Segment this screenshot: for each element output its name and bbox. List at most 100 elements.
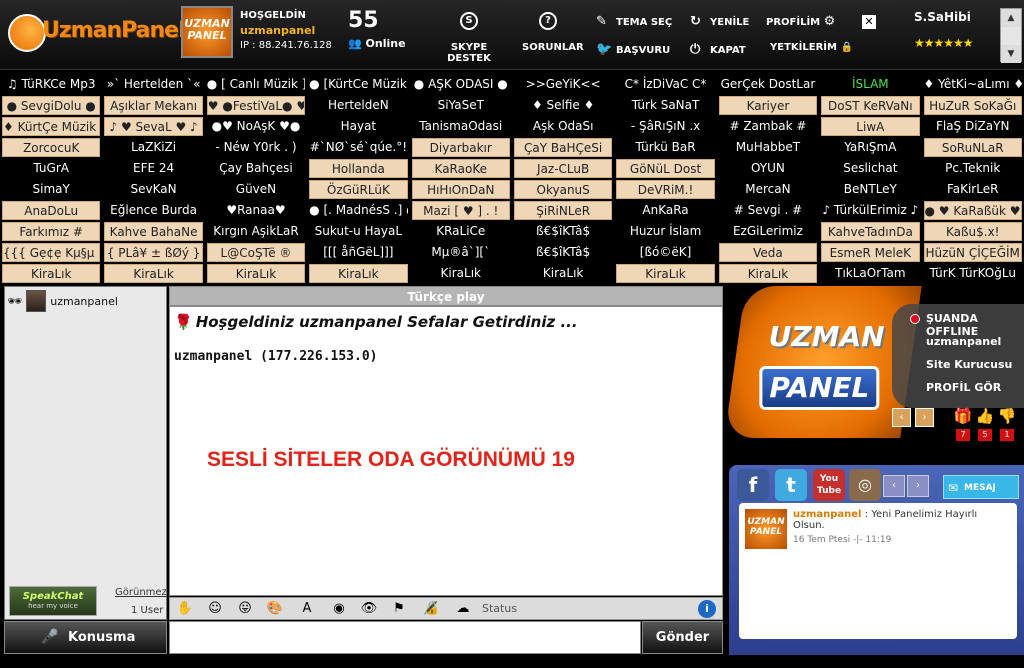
room-button[interactable]: GerÇek DostLar: [719, 75, 817, 94]
room-button[interactable]: ●♥ NoAşK ♥●: [207, 117, 305, 136]
room-button[interactable]: FaKirLeR: [924, 180, 1022, 199]
room-button[interactable]: TıkLaOrTam: [821, 264, 919, 283]
room-button[interactable]: ♪ TürkülErimiz ♪: [821, 201, 919, 220]
room-button[interactable]: { PLâ¥ ± ßØý }: [104, 243, 203, 262]
room-button[interactable]: Kaßu$.x!: [923, 222, 1022, 241]
room-button[interactable]: İSLAM: [821, 75, 919, 94]
room-button[interactable]: Kariyer: [718, 96, 818, 115]
dislike-icon[interactable]: 👎: [997, 406, 1017, 426]
tongue-smiley-icon[interactable]: 😛: [236, 600, 254, 618]
room-button[interactable]: Eğlence Burda: [104, 201, 202, 220]
room-button[interactable]: ● [ Canlı Müzik ]: [207, 75, 305, 94]
room-button[interactable]: ♥Ranaa♥: [207, 201, 305, 220]
room-button[interactable]: HerteldeN: [309, 96, 407, 115]
room-button[interactable]: #`NØ`sé`qúe.°!: [309, 138, 407, 157]
invisible-toggle[interactable]: Görünmez: [115, 587, 167, 598]
room-button[interactable]: Jaz-CLuB: [513, 159, 613, 178]
room-button[interactable]: Diyarbakır: [411, 138, 510, 157]
room-button[interactable]: EFE 24: [104, 159, 202, 178]
room-button[interactable]: TuGrA: [2, 159, 100, 178]
talk-button[interactable]: 🎤 Konusma: [4, 621, 167, 654]
cloud-icon[interactable]: ☁: [454, 600, 472, 618]
room-button[interactable]: KRaLiCe: [412, 222, 510, 241]
room-button[interactable]: Türk SaNaT: [616, 96, 714, 115]
scroll-down-icon[interactable]: ▼: [1001, 45, 1021, 63]
room-button[interactable]: KahveTadınDa: [821, 222, 920, 241]
info-icon[interactable]: i: [698, 600, 716, 618]
room-button[interactable]: C* İzDiVaC C*: [616, 75, 714, 94]
site-logo[interactable]: UzmanPaneL: [6, 8, 192, 60]
room-button[interactable]: DeVRiM.!: [616, 180, 715, 199]
room-button[interactable]: DoST KeRVaNı: [821, 96, 920, 115]
speakchat-logo[interactable]: SpeakChat hear my voice: [9, 586, 97, 616]
room-button[interactable]: # Zambak #: [719, 117, 817, 136]
room-button[interactable]: MercaN: [719, 180, 817, 199]
room-button[interactable]: LaZKiZi: [104, 138, 202, 157]
room-button[interactable]: ● [KürtCe Müzik]: [309, 75, 407, 94]
font-icon[interactable]: A: [298, 600, 316, 618]
room-button[interactable]: KiraLık: [616, 264, 715, 283]
room-button[interactable]: GüveN: [207, 180, 305, 199]
wall-next-icon[interactable]: ›: [907, 475, 929, 497]
room-button[interactable]: L@CoŞTë ®: [206, 243, 306, 262]
apply-button[interactable]: 🐦 BAŞVURU: [596, 42, 670, 57]
room-button[interactable]: Veda: [718, 243, 818, 262]
room-button[interactable]: HıHıOnDaN: [411, 180, 510, 199]
permissions-button[interactable]: YETKİLERİM 🔒: [770, 42, 853, 53]
scroll-up-icon[interactable]: ▲: [1001, 9, 1021, 27]
room-button[interactable]: Kırgın AşikLaR: [207, 222, 305, 241]
prev-arrow-icon[interactable]: ‹: [892, 408, 911, 427]
room-button[interactable]: # Sevgi . #: [719, 201, 817, 220]
smiley-icon[interactable]: ☺: [206, 600, 224, 618]
room-button[interactable]: ♥ ●FestiVaL● ♥: [206, 96, 306, 115]
room-button[interactable]: ŞiRiNLeR: [513, 201, 613, 220]
room-button[interactable]: MuHabbeT: [719, 138, 817, 157]
room-button[interactable]: TanismaOdasi: [412, 117, 510, 136]
room-button[interactable]: Mazi [ ♥ ] . !: [411, 201, 510, 220]
room-button[interactable]: KaRaoKe: [411, 159, 510, 178]
room-button[interactable]: ZorcocuK: [2, 138, 101, 157]
room-button[interactable]: GöNüL Dost: [616, 159, 715, 178]
room-button[interactable]: Huzur İslam: [616, 222, 714, 241]
room-button[interactable]: Hayat: [309, 117, 407, 136]
room-button[interactable]: ♦ KürtÇe Müzik ♦: [2, 117, 101, 136]
gift-icon[interactable]: 🎁: [953, 406, 973, 426]
room-button[interactable]: Çay Bahçesi: [207, 159, 305, 178]
like-icon[interactable]: 👍: [975, 406, 995, 426]
room-button[interactable]: ♦ Selfie ♦: [514, 96, 612, 115]
send-button[interactable]: Gönder: [642, 621, 723, 654]
flag-icon[interactable]: ⚑: [390, 600, 408, 618]
room-button[interactable]: OYUN: [719, 159, 817, 178]
room-button[interactable]: YaRıŞmA: [821, 138, 919, 157]
room-button[interactable]: Pc.Teknik: [924, 159, 1022, 178]
room-button[interactable]: Sukut-u HayaL: [309, 222, 407, 241]
room-button[interactable]: SevKaN: [104, 180, 202, 199]
room-button[interactable]: Kahve BahaNe: [104, 222, 203, 241]
room-button[interactable]: KiraLık: [2, 264, 101, 283]
room-button[interactable]: OkyanuS: [513, 180, 613, 199]
header-scrollbar[interactable]: ▲ ▼: [1000, 8, 1022, 63]
profile-button[interactable]: PROFİLİM ⚙: [766, 14, 835, 29]
room-button[interactable]: EzGiLerimiz: [719, 222, 817, 241]
room-button[interactable]: ÇaY BaHÇeSi: [513, 138, 613, 157]
instagram-icon[interactable]: ◎: [849, 469, 881, 501]
eye-icon[interactable]: 👁: [360, 600, 378, 618]
banner-username[interactable]: uzmanpanel: [926, 335, 1001, 348]
room-button[interactable]: - Néw Y0rk . ): [207, 138, 305, 157]
user-list-item[interactable]: 🕶 uzmanpanel: [7, 290, 118, 312]
wall-prev-icon[interactable]: ‹: [883, 475, 905, 497]
room-button[interactable]: Seslichat: [821, 159, 919, 178]
room-button[interactable]: >>GeYiK<<: [514, 75, 612, 94]
room-button[interactable]: SoRuNLaR: [923, 138, 1022, 157]
room-button[interactable]: {{{ Gẹ¢ẹ Kµ§µ }}}: [2, 243, 101, 262]
write-message-button[interactable]: ✉ MESAJ YAZ: [943, 475, 1019, 517]
room-button[interactable]: KiraLık: [206, 264, 306, 283]
room-button[interactable]: ♦ YêtKi~aLımı ♦: [924, 75, 1022, 94]
room-button[interactable]: ß€$îKTâ$: [514, 243, 612, 262]
twitter-icon[interactable]: t: [775, 469, 807, 501]
next-arrow-icon[interactable]: ›: [915, 408, 934, 427]
room-button[interactable]: SimaY: [2, 180, 100, 199]
room-button[interactable]: AnKaRa: [616, 201, 714, 220]
room-button[interactable]: »` Hertelden `«: [104, 75, 202, 94]
room-button[interactable]: Farkımız #: [2, 222, 101, 241]
